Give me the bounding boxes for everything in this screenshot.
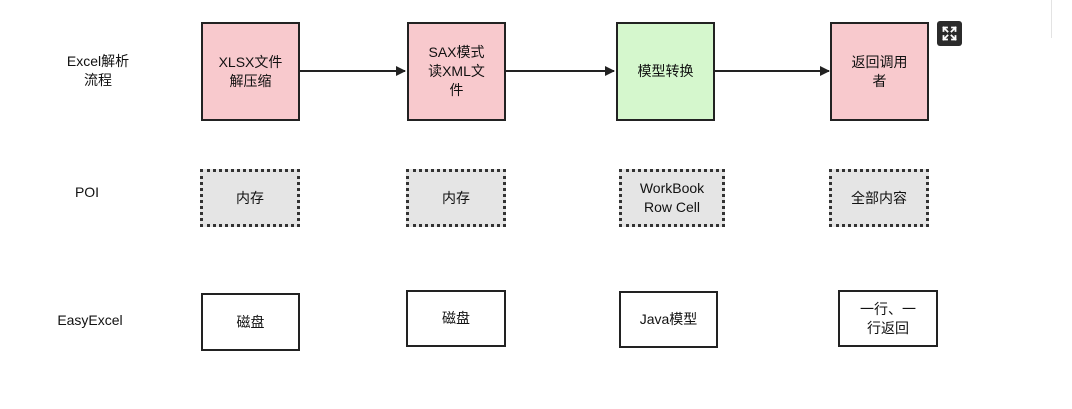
step-return-caller: 返回调用 者 xyxy=(830,22,929,121)
easyexcel-cell-java-model: Java模型 xyxy=(619,291,718,348)
step-unzip: XLSX文件 解压缩 xyxy=(201,22,300,121)
easyexcel-cell-disk-2: 磁盘 xyxy=(406,290,506,347)
expand-icon xyxy=(942,26,957,41)
expand-button[interactable] xyxy=(937,21,962,46)
poi-cell-memory-2: 内存 xyxy=(406,169,506,227)
easyexcel-cell-disk-1: 磁盘 xyxy=(201,293,300,351)
poi-cell-workbook: WorkBook Row Cell xyxy=(619,169,725,227)
step-sax-read: SAX模式 读XML文 件 xyxy=(407,22,506,121)
diagram-canvas: Excel解析 流程 POI EasyExcel XLSX文件 解压缩 SAX模… xyxy=(0,0,1072,409)
page-edge-divider xyxy=(1051,0,1052,38)
poi-cell-memory-1: 内存 xyxy=(200,169,300,227)
poi-cell-all-content: 全部内容 xyxy=(829,169,929,227)
step-model-convert: 模型转换 xyxy=(616,22,715,121)
easyexcel-cell-row-by-row: 一行、一 行返回 xyxy=(838,290,938,347)
